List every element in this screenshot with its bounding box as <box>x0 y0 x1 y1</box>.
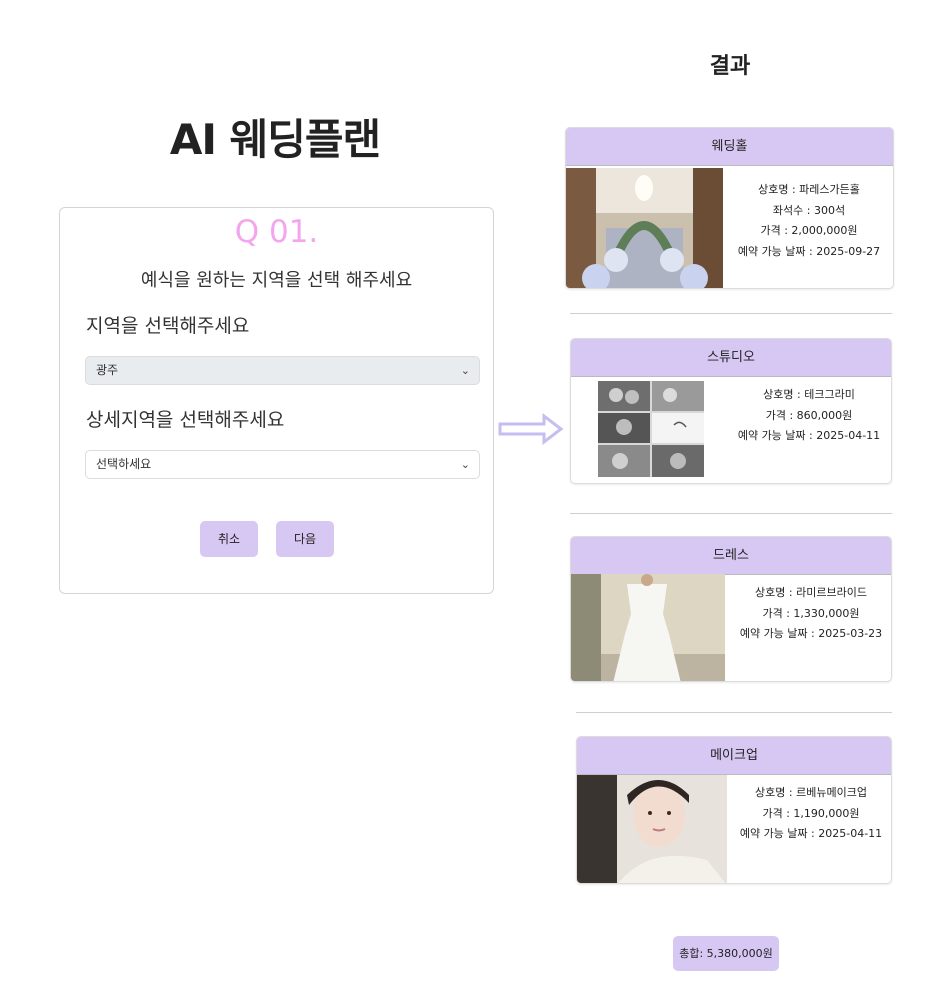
total-badge: 총합: 5,380,000원 <box>673 936 779 971</box>
card-header: 스튜디오 <box>571 339 891 377</box>
card-header: 드레스 <box>571 537 891 575</box>
detail-region-label: 상세지역을 선택해주세요 <box>86 409 285 431</box>
card-info-line: 가격 : 1,330,000원 <box>762 606 860 620</box>
card-info-line: 예약 가능 날짜 : 2025-03-23 <box>739 627 883 640</box>
dress-photo <box>571 574 725 681</box>
card-info-line: 상호명 : 르베뉴메이크업 <box>755 786 867 799</box>
card-header: 메이크업 <box>577 737 891 775</box>
chevron-down-icon: ⌄ <box>460 458 470 471</box>
card-info: 상호명 : 라미르브라이드 가격 : 1,330,000원 예약 가능 날짜 :… <box>731 583 891 645</box>
card-info-line: 예약 가능 날짜 : 2025-04-11 <box>737 429 881 442</box>
region-select[interactable]: 광주 ⌄ <box>85 356 480 385</box>
next-button[interactable]: 다음 <box>276 521 334 557</box>
divider <box>570 313 892 314</box>
result-card-studio: 스튜디오 상호명 : 테크그라미 가격 : 860,000원 예약 가능 날짜 … <box>570 338 892 484</box>
studio-photo <box>598 381 704 477</box>
chevron-down-icon: ⌄ <box>460 364 470 377</box>
divider <box>570 513 892 514</box>
card-info-line: 가격 : 1,190,000원 <box>762 806 860 820</box>
card-info-line: 예약 가능 날짜 : 2025-09-27 <box>737 244 881 258</box>
app-title: AI 웨딩플랜 <box>169 115 381 164</box>
card-info-line: 가격 : 860,000원 <box>765 408 853 422</box>
cancel-button[interactable]: 취소 <box>200 521 258 557</box>
detail-region-select[interactable]: 선택하세요 ⌄ <box>85 450 480 479</box>
card-info-line: 상호명 : 라미르브라이드 <box>755 586 867 599</box>
question-text: 예식을 원하는 지역을 선택 해주세요 <box>140 270 413 291</box>
divider <box>576 712 892 713</box>
card-info-line: 예약 가능 날짜 : 2025-04-11 <box>739 827 883 840</box>
result-card-wedding-hall: 웨딩홀 상호명 : 파레스가든홀 좌석수 : 300석 가격 : 2,000,0… <box>565 127 894 289</box>
region-label: 지역을 선택해주세요 <box>86 315 250 337</box>
card-info-line: 가격 : 2,000,000원 <box>760 224 858 237</box>
card-info: 상호명 : 파레스가든홀 좌석수 : 300석 가격 : 2,000,000원 … <box>724 180 893 262</box>
results-title: 결과 <box>709 54 751 79</box>
question-number: Q 01. <box>234 214 319 250</box>
result-card-dress: 드레스 상호명 : 라미르브라이드 가격 : 1,330,000원 예약 가능 … <box>570 536 892 682</box>
region-select-value: 광주 <box>96 363 119 377</box>
arrow-right-icon <box>498 413 564 445</box>
makeup-photo <box>577 775 727 883</box>
detail-region-select-value: 선택하세요 <box>96 457 152 471</box>
question-card: Q 01. 예식을 원하는 지역을 선택 해주세요 지역을 선택해주세요 광주 … <box>59 207 494 594</box>
result-card-makeup: 메이크업 상호명 : 르베뉴메이크업 가격 : 1,190,000원 예약 가능… <box>576 736 892 884</box>
card-info-line: 상호명 : 파레스가든홀 <box>758 183 860 196</box>
card-info-line: 좌석수 : 300석 <box>772 203 846 217</box>
card-info: 상호명 : 르베뉴메이크업 가격 : 1,190,000원 예약 가능 날짜 :… <box>731 783 891 845</box>
card-info: 상호명 : 테크그라미 가격 : 860,000원 예약 가능 날짜 : 202… <box>729 385 889 447</box>
card-header: 웨딩홀 <box>566 128 893 166</box>
card-info-line: 상호명 : 테크그라미 <box>763 388 855 401</box>
wedding-hall-photo <box>566 168 723 288</box>
